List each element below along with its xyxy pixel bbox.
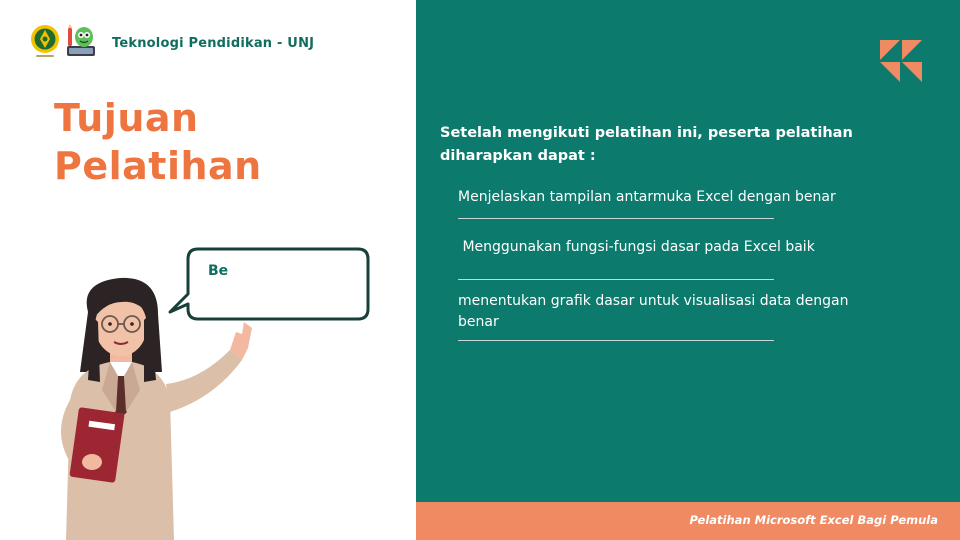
unj-emblem-icon xyxy=(31,25,59,57)
footer-text: Pelatihan Microsoft Excel Bagi Pemula xyxy=(689,513,938,527)
decorative-triangles-icon xyxy=(880,40,922,82)
mascot-logo-icon xyxy=(67,24,95,56)
goal-item-1: Menjelaskan tampilan antarmuka Excel den… xyxy=(458,189,836,205)
goal-divider-2 xyxy=(458,279,774,280)
goal-item-2: Menggunakan fungsi-fungsi dasar pada Exc… xyxy=(458,239,815,255)
page-title-line-2: Pelatihan xyxy=(54,144,262,188)
teacher-illustration xyxy=(61,277,252,540)
intro-text: Setelah mengikuti pelatihan ini, peserta… xyxy=(440,125,853,164)
org-name: Teknologi Pendidikan - UNJ xyxy=(112,36,315,51)
goal-divider-3 xyxy=(458,340,774,341)
page-title: Tujuan Pelatihan xyxy=(54,94,262,190)
goal-divider-1 xyxy=(458,218,774,219)
page-title-line-1: Tujuan xyxy=(54,96,199,140)
goal-item-3: menentukan grafik dasar untuk visualisas… xyxy=(458,293,849,330)
